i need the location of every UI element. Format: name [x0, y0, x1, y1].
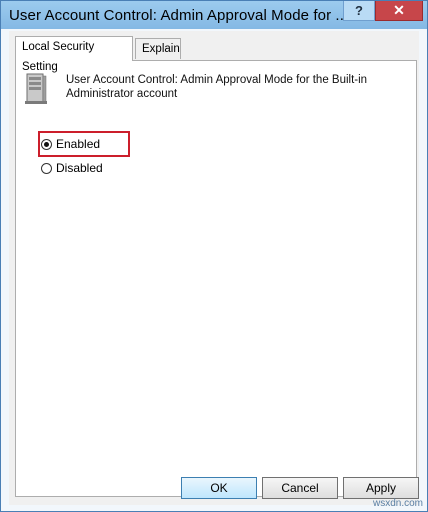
ok-button[interactable]: OK	[181, 477, 257, 499]
tab-explain[interactable]: Explain	[135, 38, 181, 59]
watermark-text: wsxdn.com	[372, 498, 423, 509]
dialog-window: User Account Control: Admin Approval Mod…	[0, 0, 428, 512]
cancel-button[interactable]: Cancel	[262, 477, 338, 499]
close-button[interactable]: ✕	[375, 1, 423, 21]
server-policy-icon	[25, 73, 47, 104]
tab-page: User Account Control: Admin Approval Mod…	[15, 60, 417, 497]
enabled-label: Enabled	[56, 137, 101, 151]
dialog-body: Local Security Setting Explain User Acco…	[9, 31, 419, 505]
tab-local-security-setting[interactable]: Local Security Setting	[15, 36, 133, 73]
enabled-radio-option[interactable]: Enabled	[41, 136, 100, 152]
apply-button[interactable]: Apply	[343, 477, 419, 499]
disabled-label: Disabled	[56, 161, 103, 175]
title-bar[interactable]: User Account Control: Admin Approval Mod…	[1, 1, 427, 29]
enabled-radio-button[interactable]	[41, 139, 52, 150]
disabled-radio-button[interactable]	[41, 163, 52, 174]
disabled-radio-option[interactable]: Disabled	[41, 160, 103, 176]
help-button[interactable]: ?	[343, 1, 375, 21]
window-title: User Account Control: Admin Approval Mod…	[9, 7, 349, 24]
policy-description: User Account Control: Admin Approval Mod…	[66, 74, 368, 100]
